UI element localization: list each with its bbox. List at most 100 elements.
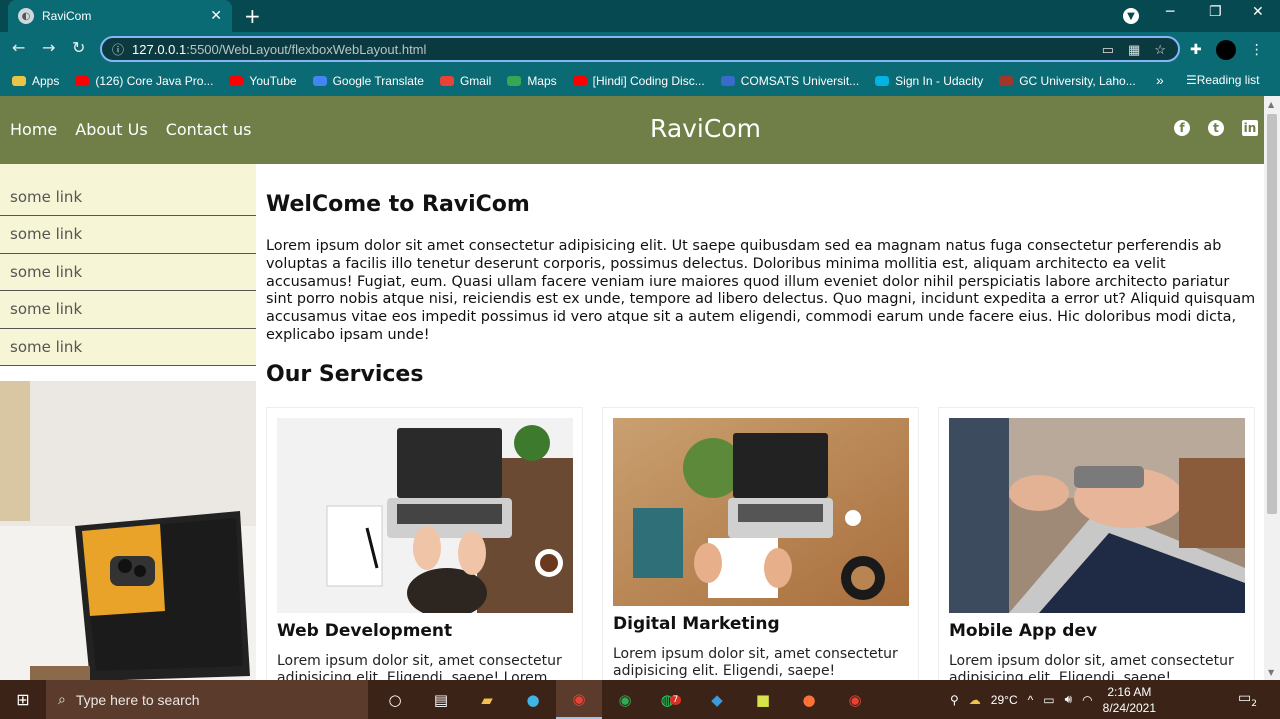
bookmark-item[interactable]: GC University, Laho... [999, 74, 1136, 88]
weather-temp[interactable]: 29°C [991, 693, 1018, 707]
notifications-icon[interactable]: ▭2 [1238, 690, 1257, 709]
avatar[interactable] [1215, 40, 1236, 60]
browser-tabbar: ◐ RaviCom ✕ + ▼ ─ ❐ ✕ [0, 0, 1280, 32]
minimize-button[interactable]: ─ [1166, 4, 1174, 20]
back-icon[interactable]: ← [12, 38, 25, 57]
page-scrollbar[interactable]: ▲ ▼ [1264, 96, 1280, 680]
scroll-up-icon[interactable]: ▲ [1268, 100, 1274, 109]
nav-about-link[interactable]: About Us [75, 120, 147, 139]
clock[interactable]: 2:16 AM 8/24/2021 [1103, 684, 1156, 716]
page-title: WelCome to RaviCom [266, 192, 530, 217]
bookmark-item[interactable]: Google Translate [312, 74, 424, 88]
edge-icon[interactable]: ● [510, 680, 556, 719]
weather-icon[interactable]: ☁ [969, 693, 981, 707]
nav-contact-link[interactable]: Contact us [166, 120, 252, 139]
bookmark-item[interactable]: Sign In - Udacity [875, 74, 983, 88]
close-tab-icon[interactable]: ✕ [210, 8, 222, 24]
bookmark-item[interactable]: COMSATS Universit... [720, 74, 859, 88]
sidebar-laptop-image [0, 381, 256, 680]
battery-icon[interactable]: ▭ [1043, 693, 1054, 707]
chrome-icon[interactable]: ◉ [602, 680, 648, 719]
windows-start-icon[interactable]: ⊞ [0, 680, 46, 719]
scroll-thumb[interactable] [1267, 114, 1277, 514]
reload-icon[interactable]: ↻ [72, 38, 85, 57]
whatsapp-icon[interactable]: ◍ 7 [648, 680, 694, 719]
taskbar-apps: ○ ▤ ▰ ● ◉ ◉ ◍ 7 ◆ ■ ● ◉ [372, 680, 878, 719]
scroll-down-icon[interactable]: ▼ [1268, 668, 1274, 677]
bookmark-favicon-icon [439, 76, 454, 86]
bookmark-favicon-icon [875, 76, 890, 86]
site-info-icon[interactable]: ⓘ [112, 41, 124, 58]
service-card: Digital Marketing Lorem ipsum dolor sit,… [602, 407, 919, 680]
linkedin-icon[interactable]: in [1242, 120, 1258, 136]
sidebar-links: some link some link some link some link … [0, 164, 256, 366]
site-logo: RaviCom [650, 114, 761, 143]
cortana-icon[interactable]: ○ [372, 680, 418, 719]
cast-icon[interactable]: ▭ [1102, 42, 1114, 58]
bookmark-item[interactable]: Gmail [439, 74, 491, 88]
firefox-icon[interactable]: ● [786, 680, 832, 719]
browser-tab[interactable]: ◐ RaviCom ✕ [8, 0, 232, 32]
sidebar-link[interactable]: some link [0, 291, 256, 329]
extensions-area: ✚ ⋮ [1190, 40, 1264, 60]
service-card: Mobile App dev Lorem ipsum dolor sit, am… [938, 407, 1255, 680]
bookmarks-more-icon[interactable]: » [1156, 72, 1164, 88]
wifi-icon[interactable]: ◠ [1082, 693, 1092, 707]
digital-marketing-image [613, 418, 909, 606]
new-tab-button[interactable]: + [244, 4, 261, 28]
sidebar-link[interactable]: some link [0, 216, 256, 254]
main-content: WelCome to RaviCom Lorem ipsum dolor sit… [266, 164, 1256, 680]
facebook-icon[interactable]: f [1174, 120, 1190, 136]
sidebar-link[interactable]: some link [0, 254, 256, 291]
pycharm-icon[interactable]: ■ [740, 680, 786, 719]
services-heading: Our Services [266, 362, 424, 387]
sidebar-link[interactable]: some link [0, 164, 256, 216]
vscode-icon[interactable]: ◆ [694, 680, 740, 719]
reading-list-button[interactable]: ☰ Reading list [1186, 73, 1259, 87]
web-page: Home About Us Contact us RaviCom f t in … [0, 96, 1264, 680]
bookmark-star-icon[interactable]: ☆ [1154, 42, 1166, 58]
card-text: Lorem ipsum dolor sit, amet consectetur … [277, 653, 562, 680]
maximize-button[interactable]: ❐ [1209, 4, 1222, 20]
file-explorer-icon[interactable]: ▰ [464, 680, 510, 719]
twitter-icon[interactable]: t [1208, 120, 1224, 136]
nav-home-link[interactable]: Home [10, 120, 57, 139]
whatsapp-badge: 7 [669, 694, 682, 705]
address-toolbar: ← → ↻ ⓘ 127.0.0.1 :5500/WebLayout/flexbo… [0, 32, 1280, 66]
tab-title: RaviCom [42, 9, 92, 23]
bookmark-favicon-icon [312, 76, 327, 86]
bookmark-item[interactable]: Apps [12, 74, 59, 88]
bookmark-label: Apps [32, 74, 60, 88]
extensions-puzzle-icon[interactable]: ✚ [1190, 42, 1202, 58]
search-icon: ⌕ [58, 691, 66, 707]
tab-search-icon[interactable]: ▼ [1123, 8, 1139, 24]
forward-icon[interactable]: → [42, 38, 55, 57]
bookmarks-bar: Apps (126) Core Java Pro... YouTube Google … [0, 66, 1280, 96]
bookmark-item[interactable]: [Hindi] Coding Disc... [572, 74, 705, 88]
qr-code-icon[interactable]: ▦ [1128, 42, 1140, 58]
task-view-icon[interactable]: ▤ [418, 680, 464, 719]
bookmark-item[interactable]: YouTube [229, 74, 297, 88]
chevron-up-icon[interactable]: ^ [1028, 693, 1034, 707]
bookmark-label: Sign In - Udacity [895, 74, 984, 88]
url-input[interactable]: ⓘ 127.0.0.1 :5500/WebLayout/flexboxWebLa… [100, 36, 1180, 62]
chrome-icon[interactable]: ◉ [556, 680, 602, 719]
people-icon[interactable]: ⚲ [950, 693, 959, 707]
bookmark-item[interactable]: Maps [507, 74, 557, 88]
bookmark-item[interactable]: (126) Core Java Pro... [75, 74, 213, 88]
sidebar: some link some link some link some link … [0, 164, 256, 680]
bookmark-favicon-icon [572, 76, 587, 86]
menu-kebab-icon[interactable]: ⋮ [1250, 42, 1264, 58]
bookmark-label: [Hindi] Coding Disc... [592, 74, 705, 88]
chrome-icon[interactable]: ◉ [832, 680, 878, 719]
sidebar-link[interactable]: some link [0, 329, 256, 366]
volume-icon[interactable]: 🔊︎ [1065, 692, 1073, 707]
notifications-count: 2 [1251, 698, 1257, 709]
intro-paragraph: Lorem ipsum dolor sit amet consectetur a… [266, 238, 1256, 343]
card-title: Mobile App dev [949, 621, 1098, 641]
taskbar-search-input[interactable]: ⌕ Type here to search [46, 680, 368, 719]
window-close-button[interactable]: ✕ [1252, 4, 1264, 20]
card-title: Digital Marketing [613, 614, 780, 634]
globe-icon: ◐ [18, 8, 34, 24]
clock-date: 8/24/2021 [1102, 700, 1157, 715]
